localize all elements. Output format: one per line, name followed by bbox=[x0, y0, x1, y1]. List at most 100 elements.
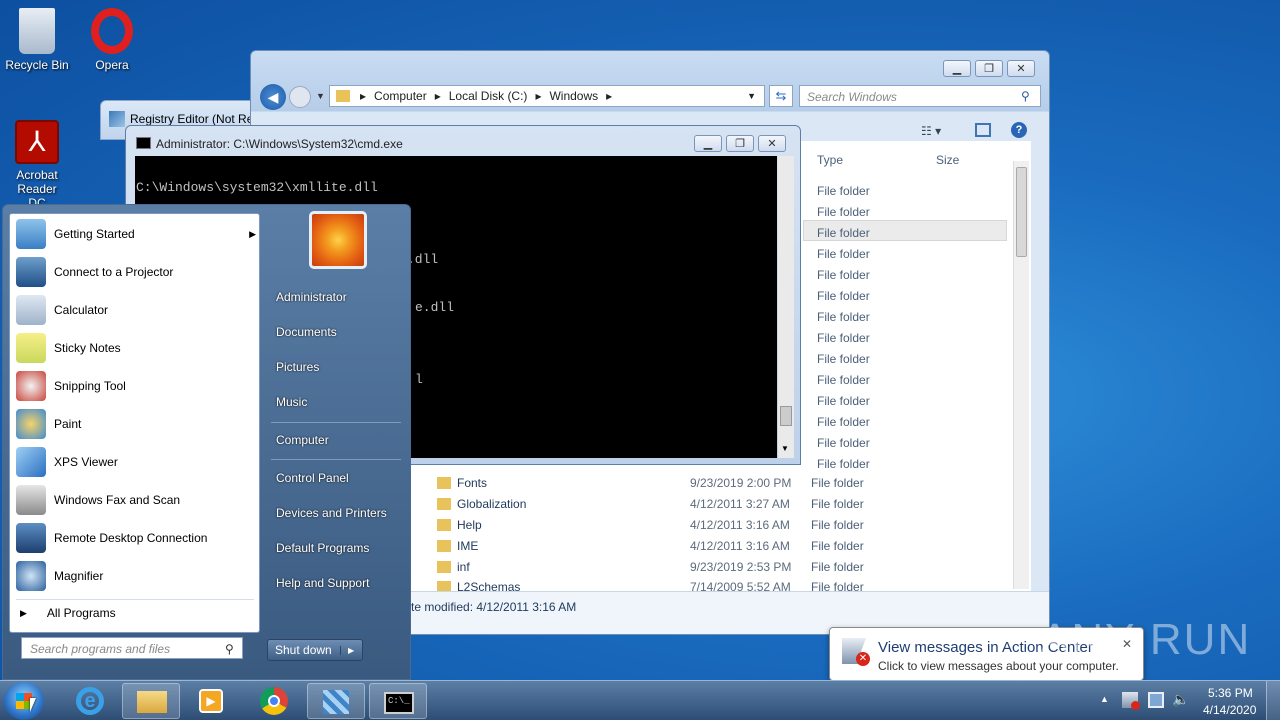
scrollbar-thumb[interactable] bbox=[780, 406, 792, 426]
console-line: C:\Windows\system32\xmllite.dll bbox=[136, 180, 378, 195]
taskbar-regedit[interactable] bbox=[307, 683, 365, 719]
start-item-default-programs[interactable]: Default Programs bbox=[276, 541, 369, 555]
shutdown-label: Shut down bbox=[275, 643, 332, 657]
program-remote-desktop[interactable]: Remote Desktop Connection bbox=[16, 520, 207, 556]
breadcrumb-computer[interactable]: Computer bbox=[374, 89, 427, 103]
console-fragment: l bbox=[415, 372, 423, 387]
program-connect-projector[interactable]: Connect to a Projector bbox=[16, 254, 173, 290]
type-cell: File folder bbox=[817, 352, 870, 366]
preview-pane-icon[interactable] bbox=[975, 123, 991, 137]
help-icon[interactable]: ? bbox=[1011, 122, 1027, 138]
address-bar[interactable]: ▸ Computer ▸ Local Disk (C:) ▸ Windows ▸… bbox=[329, 85, 765, 107]
start-search-input[interactable]: Search programs and files bbox=[21, 637, 243, 659]
breadcrumb-windows[interactable]: Windows bbox=[549, 89, 598, 103]
desktop-icon-recycle-bin[interactable]: Recycle Bin bbox=[0, 8, 74, 72]
breadcrumb-local-disk[interactable]: Local Disk (C:) bbox=[449, 89, 528, 103]
console-fragment: .dll bbox=[407, 252, 439, 267]
search-icon[interactable]: ⚲ bbox=[1021, 89, 1030, 103]
recent-pages-chevron-icon[interactable]: ▼ bbox=[316, 91, 325, 101]
program-sticky-notes[interactable]: Sticky Notes bbox=[16, 330, 121, 366]
maximize-button[interactable]: ❐ bbox=[726, 135, 754, 152]
table-row[interactable]: Help 4/12/2011 3:16 AM File folder bbox=[437, 514, 1007, 535]
anyrun-watermark: ANY RUN bbox=[1040, 615, 1252, 664]
type-column-list: File folder File folder File folder File… bbox=[817, 181, 870, 475]
shutdown-options-icon[interactable]: ▶ bbox=[340, 645, 354, 655]
volume-icon[interactable]: 🔈 bbox=[1172, 691, 1189, 708]
start-item-pictures[interactable]: Pictures bbox=[276, 360, 319, 374]
clock-date[interactable]: 4/14/2020 bbox=[1203, 703, 1256, 717]
tray-show-hidden-icon[interactable]: ▲ bbox=[1100, 694, 1109, 704]
taskbar-cmd[interactable]: C:\_ bbox=[369, 683, 427, 719]
scrollbar-thumb[interactable] bbox=[1016, 167, 1027, 257]
taskbar-explorer[interactable] bbox=[122, 683, 180, 719]
type-cell: File folder bbox=[817, 184, 870, 198]
maximize-button[interactable]: ❐ bbox=[975, 60, 1003, 77]
program-label: Snipping Tool bbox=[54, 379, 126, 393]
program-xps-viewer[interactable]: XPS Viewer bbox=[16, 444, 118, 480]
chrome-icon bbox=[260, 687, 288, 715]
address-dropdown-icon[interactable]: ▼ bbox=[747, 91, 756, 101]
folder-icon bbox=[437, 497, 451, 510]
program-fax-scan[interactable]: Windows Fax and Scan bbox=[16, 482, 180, 518]
back-button[interactable]: ◀ bbox=[260, 84, 286, 110]
action-center-tray-icon[interactable] bbox=[1122, 692, 1140, 710]
search-input[interactable]: Search Windows bbox=[799, 85, 1041, 107]
forward-button[interactable] bbox=[289, 86, 311, 108]
network-icon[interactable] bbox=[1148, 692, 1164, 708]
vertical-scrollbar[interactable] bbox=[1013, 161, 1029, 589]
program-getting-started[interactable]: Getting Started ▶ bbox=[16, 216, 256, 252]
table-row[interactable]: Globalization 4/12/2011 3:27 AM File fol… bbox=[437, 493, 1007, 514]
minimize-button[interactable]: ▁ bbox=[943, 60, 971, 77]
program-label: Connect to a Projector bbox=[54, 265, 174, 279]
taskbar-media-player[interactable]: ▶ bbox=[183, 683, 241, 719]
table-row[interactable]: IME 4/12/2011 3:16 AM File folder bbox=[437, 535, 1007, 556]
desktop-icon-label: Opera bbox=[95, 58, 129, 72]
all-programs-button[interactable]: ▶ All Programs bbox=[20, 606, 116, 620]
cmd-scrollbar[interactable]: ▼ bbox=[778, 156, 794, 458]
close-button[interactable]: ✕ bbox=[1007, 60, 1035, 77]
shutdown-button[interactable]: Shut down ▶ bbox=[267, 639, 363, 661]
refresh-button[interactable]: ⇆ bbox=[769, 85, 793, 107]
view-options-icon[interactable]: ☷ ▾ bbox=[921, 124, 941, 138]
scroll-down-icon[interactable]: ▼ bbox=[781, 444, 789, 453]
type-cell: File folder bbox=[817, 205, 870, 219]
start-item-control-panel[interactable]: Control Panel bbox=[276, 471, 349, 485]
start-item-administrator[interactable]: Administrator bbox=[276, 290, 347, 304]
program-label: Sticky Notes bbox=[54, 341, 121, 355]
desktop-icon-acrobat[interactable]: ⅄ Acrobat Reader DC bbox=[0, 120, 74, 210]
start-item-computer[interactable]: Computer bbox=[276, 433, 329, 447]
registry-icon bbox=[323, 690, 349, 714]
start-item-devices-printers[interactable]: Devices and Printers bbox=[276, 506, 387, 520]
mouse-cursor-icon bbox=[30, 698, 36, 712]
start-item-music[interactable]: Music bbox=[276, 395, 307, 409]
sticky-notes-icon bbox=[16, 333, 46, 363]
column-header-size[interactable]: Size bbox=[936, 153, 959, 167]
start-button[interactable] bbox=[4, 682, 44, 720]
taskbar-ie[interactable]: e bbox=[62, 683, 120, 719]
search-icon[interactable]: ⚲ bbox=[225, 642, 234, 656]
program-snipping-tool[interactable]: Snipping Tool bbox=[16, 368, 126, 404]
taskbar-chrome[interactable] bbox=[245, 683, 303, 719]
desktop-icon-opera[interactable]: Opera bbox=[75, 8, 149, 72]
calculator-icon bbox=[16, 295, 46, 325]
row-type: File folder bbox=[811, 538, 864, 553]
remote-desktop-icon bbox=[16, 523, 46, 553]
clock-time[interactable]: 5:36 PM bbox=[1208, 686, 1253, 700]
start-item-help-support[interactable]: Help and Support bbox=[276, 576, 369, 590]
program-magnifier[interactable]: Magnifier bbox=[16, 558, 103, 594]
getting-started-icon bbox=[16, 219, 46, 249]
minimize-button[interactable]: ▁ bbox=[694, 135, 722, 152]
close-button[interactable]: ✕ bbox=[758, 135, 786, 152]
user-picture[interactable] bbox=[309, 211, 367, 269]
table-row[interactable]: L2Schemas 7/14/2009 5:52 AM File folder bbox=[437, 577, 1007, 591]
start-item-documents[interactable]: Documents bbox=[276, 325, 337, 339]
program-label: Getting Started bbox=[54, 227, 135, 241]
media-player-icon: ▶ bbox=[199, 689, 223, 713]
table-row[interactable]: inf 9/23/2019 2:53 PM File folder bbox=[437, 556, 1007, 577]
column-header-type[interactable]: Type bbox=[817, 153, 843, 167]
program-paint[interactable]: Paint bbox=[16, 406, 81, 442]
program-calculator[interactable]: Calculator bbox=[16, 292, 108, 328]
show-desktop-button[interactable] bbox=[1266, 681, 1280, 720]
table-row[interactable]: Fonts 9/23/2019 2:00 PM File folder bbox=[437, 472, 1007, 493]
breadcrumb-sep: ▸ bbox=[434, 89, 441, 103]
